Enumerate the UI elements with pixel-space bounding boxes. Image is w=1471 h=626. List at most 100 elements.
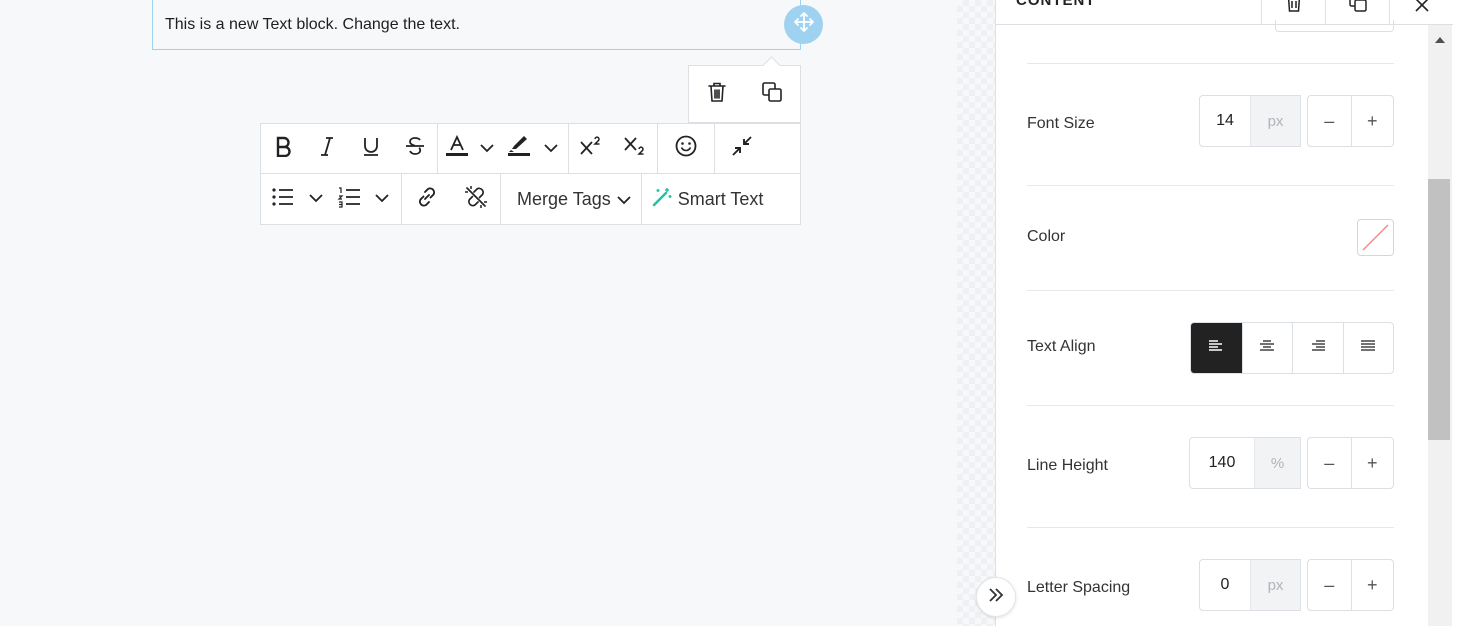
divider [1027, 290, 1394, 291]
previous-control-edge [1275, 20, 1394, 32]
line-height-increase-button[interactable]: + [1350, 438, 1394, 488]
chevron-down-icon [309, 190, 323, 208]
properties-panel: CONTENT [995, 0, 1471, 626]
delete-block-button[interactable] [689, 66, 745, 122]
align-center-button[interactable] [1241, 323, 1293, 373]
scroll-up-button[interactable] [1430, 33, 1450, 47]
subscript-icon [622, 135, 648, 162]
duplicate-icon [1348, 0, 1368, 18]
italic-button[interactable] [305, 125, 349, 173]
align-right-button[interactable] [1292, 323, 1343, 373]
font-size-unit: px [1250, 96, 1300, 146]
chevron-down-icon [480, 140, 494, 158]
trash-icon [1285, 0, 1303, 18]
strikethrough-button[interactable] [393, 125, 437, 173]
font-size-stepper: – + [1307, 95, 1394, 147]
insert-link-button[interactable] [402, 175, 452, 223]
letter-spacing-unit: px [1250, 560, 1300, 610]
move-icon [793, 11, 815, 38]
duplicate-block-button[interactable] [745, 66, 801, 122]
superscript-icon [578, 135, 604, 162]
divider [1027, 63, 1394, 64]
superscript-button[interactable] [569, 125, 613, 173]
smart-text-group: Smart Text [642, 174, 776, 224]
trash-icon [707, 81, 727, 108]
align-left-button[interactable] [1191, 323, 1242, 373]
script-group [569, 124, 658, 173]
collapse-toolbar-button[interactable] [715, 125, 769, 173]
underline-icon [361, 135, 381, 162]
color-group [438, 124, 569, 173]
line-height-stepper: – + [1307, 437, 1394, 489]
numbered-list-button[interactable] [327, 175, 371, 223]
remove-link-button[interactable] [452, 175, 500, 223]
merge-tags-group: Merge Tags [501, 174, 642, 224]
collapse-panel-button[interactable] [976, 577, 1016, 617]
duplicate-icon [761, 81, 783, 108]
merge-tags-button[interactable]: Merge Tags [501, 174, 641, 224]
align-justify-button[interactable] [1342, 323, 1394, 373]
letter-spacing-stepper: – + [1307, 559, 1394, 611]
letter-spacing-increase-button[interactable]: + [1350, 560, 1394, 610]
strikethrough-icon [404, 135, 426, 162]
subscript-button[interactable] [613, 125, 657, 173]
merge-tags-label: Merge Tags [517, 188, 611, 209]
highlight-color-dropdown[interactable] [540, 125, 562, 173]
toolbar-row-1 [261, 124, 800, 174]
panel-title: CONTENT [1016, 0, 1096, 9]
bullet-list-icon [271, 186, 295, 213]
underline-button[interactable] [349, 125, 393, 173]
font-size-label: Font Size [1027, 115, 1095, 132]
panel-close-button[interactable] [1389, 0, 1453, 25]
text-color-icon [444, 134, 470, 163]
smart-text-label: Smart Text [677, 188, 764, 209]
scrollbar-thumb[interactable] [1428, 179, 1450, 440]
toolbar-row-2: Merge Tags Smart Text [261, 174, 775, 224]
close-icon [1414, 0, 1430, 18]
italic-icon [317, 135, 337, 162]
text-block-content[interactable]: This is a new Text block. Change the tex… [165, 16, 460, 34]
chevron-down-icon [544, 140, 558, 158]
letter-spacing-input[interactable]: 0 px [1199, 559, 1301, 611]
text-align-group [1190, 322, 1394, 374]
link-group [402, 174, 501, 224]
rich-text-toolbar: Merge Tags Smart Text [260, 123, 801, 225]
font-size-decrease-button[interactable]: – [1308, 96, 1351, 146]
bullet-list-dropdown[interactable] [305, 175, 327, 223]
numbered-list-dropdown[interactable] [371, 175, 393, 223]
color-swatch[interactable] [1357, 219, 1394, 256]
smart-text-button[interactable]: Smart Text [642, 174, 776, 224]
line-height-input[interactable]: 140 % [1189, 437, 1301, 489]
bullet-list-button[interactable] [261, 175, 305, 223]
text-align-label: Text Align [1027, 338, 1096, 355]
chevron-down-icon [617, 189, 631, 210]
smiley-icon [674, 134, 698, 163]
highlight-color-button[interactable] [498, 125, 540, 173]
chevron-down-icon [375, 190, 389, 208]
block-actions-toolbar [688, 65, 801, 123]
move-handle[interactable] [784, 5, 823, 44]
text-block[interactable]: This is a new Text block. Change the tex… [152, 0, 801, 50]
font-size-input[interactable]: 14 px [1199, 95, 1301, 147]
line-height-unit: % [1254, 438, 1300, 488]
numbered-list-icon [337, 186, 361, 213]
unlink-icon [463, 184, 489, 215]
panel-gutter [957, 0, 995, 626]
align-left-icon [1208, 339, 1224, 358]
text-color-button[interactable] [438, 125, 476, 173]
font-size-value[interactable]: 14 [1200, 96, 1250, 146]
letter-spacing-decrease-button[interactable]: – [1308, 560, 1351, 610]
line-height-decrease-button[interactable]: – [1308, 438, 1351, 488]
format-group [261, 124, 438, 173]
text-color-dropdown[interactable] [476, 125, 498, 173]
line-height-value[interactable]: 140 [1190, 438, 1254, 488]
list-group [261, 174, 402, 224]
emoji-button[interactable] [658, 125, 714, 173]
bold-icon [273, 135, 293, 162]
letter-spacing-label: Letter Spacing [1027, 579, 1131, 596]
no-color-icon [1358, 224, 1393, 255]
align-center-icon [1259, 339, 1275, 358]
letter-spacing-value[interactable]: 0 [1200, 560, 1250, 610]
bold-button[interactable] [261, 125, 305, 173]
font-size-increase-button[interactable]: + [1350, 96, 1394, 146]
